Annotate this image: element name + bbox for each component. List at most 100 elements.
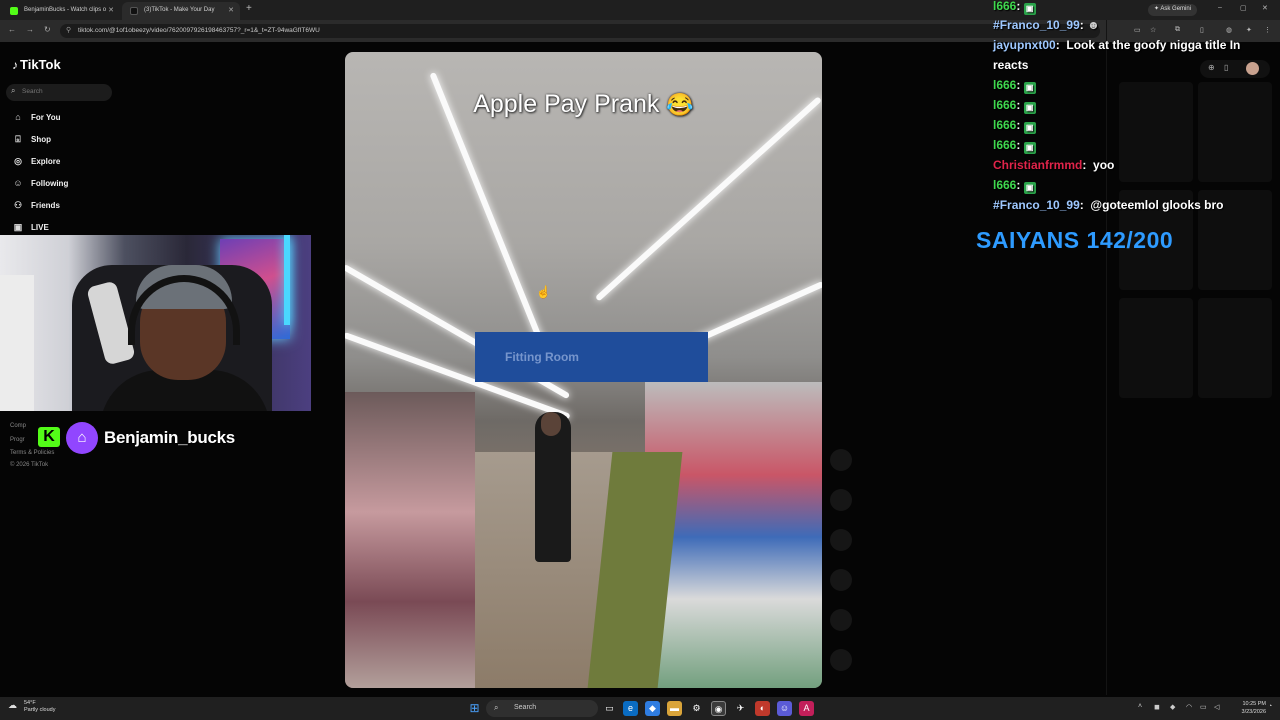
- tray-app-icon[interactable]: ◆: [1170, 703, 1175, 711]
- clock-time: 10:25 PM: [1242, 701, 1266, 707]
- friends-icon: ⚇: [13, 200, 23, 210]
- app-icon[interactable]: ✈: [733, 701, 748, 716]
- hand-cursor-icon: ☝: [536, 285, 551, 299]
- bookmark-button[interactable]: [830, 569, 852, 591]
- tab-tiktok[interactable]: (3)TikTok - Make Your Day ✕: [122, 2, 240, 20]
- footer-link[interactable]: Comp: [10, 423, 26, 429]
- chat-message: l666: ▣: [993, 135, 1273, 155]
- back-arrow-icon[interactable]: ←: [8, 25, 16, 34]
- home-icon: ⌂: [15, 112, 21, 122]
- search-input[interactable]: ⌕ Search: [6, 84, 112, 101]
- app-icon[interactable]: A: [799, 701, 814, 716]
- sound-disc-button[interactable]: [830, 649, 852, 671]
- clock-date: 3/23/2026: [1241, 709, 1266, 715]
- share-button[interactable]: [830, 609, 852, 631]
- weather-temp: 54°F: [24, 700, 36, 706]
- chat-username: l666: [993, 98, 1017, 112]
- chat-message: Christianfrmmd: yoo: [993, 158, 1115, 172]
- chat-text: @goteemlol glooks bro: [1090, 198, 1224, 212]
- tab-benjaminbucks[interactable]: BenjaminBucks - Watch clips o ✕: [2, 2, 120, 20]
- chat-emote-icon: ▣: [1023, 82, 1036, 94]
- store-sign-text: Fitting Room: [505, 350, 579, 364]
- taskbar-search-label: Search: [514, 704, 537, 711]
- search-icon: ⌕: [494, 703, 499, 712]
- system-clock[interactable]: 10:25 PM 3/23/2026: [1226, 700, 1266, 716]
- chat-text: yoo: [1093, 158, 1115, 172]
- comment-button[interactable]: [830, 529, 852, 551]
- store-icon[interactable]: ◆: [645, 701, 660, 716]
- settings-gear-icon[interactable]: ⚙: [689, 701, 704, 716]
- twitch-logo-icon: ⌂: [66, 422, 98, 454]
- url-text: tiktok.com/@1of1obeezy/video/76200979261…: [78, 27, 320, 34]
- chat-message: jayupnxt00: Look at the goofy nigga titl…: [993, 38, 1241, 72]
- tiktok-logo[interactable]: ♪ TikTok: [12, 57, 61, 72]
- like-button[interactable]: [830, 489, 852, 511]
- video-caption-text: Apple Pay Prank: [473, 90, 660, 118]
- sidebar-item-for-you[interactable]: ⌂ For You: [11, 112, 60, 128]
- following-icon: ☺: [13, 178, 23, 188]
- discord-icon[interactable]: ☺: [777, 701, 792, 716]
- chat-username: l666: [993, 78, 1017, 92]
- close-tab-icon[interactable]: ✕: [228, 6, 234, 14]
- chat-username: Franco_10_99: [999, 18, 1080, 32]
- notification-bell-icon[interactable]: ◔: [1268, 703, 1272, 710]
- reload-icon[interactable]: ↻: [44, 25, 51, 34]
- chat-emote-icon: ▣: [1023, 102, 1036, 114]
- chat-emote-icon: ▣: [1023, 142, 1036, 154]
- kick-logo-icon: K: [38, 427, 60, 447]
- site-info-icon[interactable]: ⚲: [66, 26, 71, 34]
- search-icon: ⌕: [11, 86, 16, 95]
- tiktok-video-player[interactable]: Fitting Room Apple Pay Prank 😂 ☝: [345, 52, 822, 688]
- taskbar-search[interactable]: ⌕ Search: [486, 700, 598, 717]
- chat-message: l666: ▣: [993, 0, 1273, 16]
- screen: BenjaminBucks - Watch clips o ✕ (3)TikTo…: [0, 0, 1280, 720]
- edge-icon[interactable]: e: [623, 701, 638, 716]
- forward-arrow-icon[interactable]: →: [26, 25, 34, 34]
- suggested-video-tile[interactable]: [1119, 298, 1193, 398]
- tiktok-logo-text: TikTok: [20, 57, 61, 72]
- chrome-icon[interactable]: ◉: [711, 701, 726, 716]
- wifi-icon[interactable]: ◠: [1186, 703, 1192, 711]
- suggested-video-tile[interactable]: [1198, 298, 1272, 398]
- chat-username: l666: [993, 0, 1017, 13]
- tray-chevron-icon[interactable]: ˄: [1138, 703, 1142, 710]
- laughing-emoji-icon: 😂: [666, 92, 694, 117]
- new-tab-button[interactable]: +: [246, 3, 252, 14]
- clothing-rack-left: [345, 392, 475, 688]
- sidebar-item-label: Shop: [31, 135, 51, 144]
- sidebar-item-following[interactable]: ☺ Following: [11, 178, 68, 194]
- chat-emote-icon: ▣: [1023, 3, 1036, 15]
- chat-message: l666: ▣: [993, 115, 1273, 135]
- tray-app-icon[interactable]: ◼: [1154, 703, 1160, 711]
- chat-username: l666: [993, 138, 1017, 152]
- sidebar-item-label: LIVE: [31, 223, 49, 232]
- windows-taskbar: ☁ 54°F Partly cloudy ⊞ ⌕ Search ▭ e ◆ ▬ ⚙ …: [0, 697, 1280, 720]
- address-bar[interactable]: ⚲ tiktok.com/@1of1obeezy/video/762009792…: [60, 24, 1100, 38]
- chat-message: #Franco_10_99: @goteemlol glooks bro: [993, 198, 1224, 212]
- chat-message: #Franco_10_99: ☻: [993, 18, 1100, 32]
- volume-icon[interactable]: ◁: [1214, 703, 1219, 711]
- weather-desc: Partly cloudy: [24, 707, 56, 713]
- webcam-feed: [0, 235, 311, 411]
- sidebar-item-friends[interactable]: ⚇ Friends: [11, 200, 60, 216]
- windows-start-icon[interactable]: ⊞: [467, 701, 482, 716]
- app-icon[interactable]: ◐: [755, 701, 770, 716]
- chat-emote-icon: ▣: [1023, 182, 1036, 194]
- close-tab-icon[interactable]: ✕: [108, 6, 114, 14]
- task-view-icon[interactable]: ▭: [602, 701, 617, 716]
- weather-cloud-icon: ☁: [8, 700, 17, 710]
- chat-emote-icon: ☻: [1087, 18, 1100, 32]
- sidebar-item-label: Friends: [31, 201, 60, 210]
- sidebar-item-label: Following: [31, 179, 69, 188]
- footer-link[interactable]: Progr: [10, 437, 25, 443]
- profile-action-button[interactable]: [830, 449, 852, 471]
- chat-badge-icon: #: [993, 18, 1000, 32]
- sidebar-item-explore[interactable]: ◎ Explore: [11, 156, 60, 172]
- display-icon[interactable]: ▭: [1200, 703, 1207, 711]
- shop-icon: ⌺: [15, 134, 21, 144]
- search-placeholder: Search: [22, 88, 43, 95]
- file-explorer-icon[interactable]: ▬: [667, 701, 682, 716]
- sidebar-item-shop[interactable]: ⌺ Shop: [11, 134, 51, 150]
- sidebar-item-label: For You: [31, 113, 61, 122]
- chat-username: l666: [993, 178, 1017, 192]
